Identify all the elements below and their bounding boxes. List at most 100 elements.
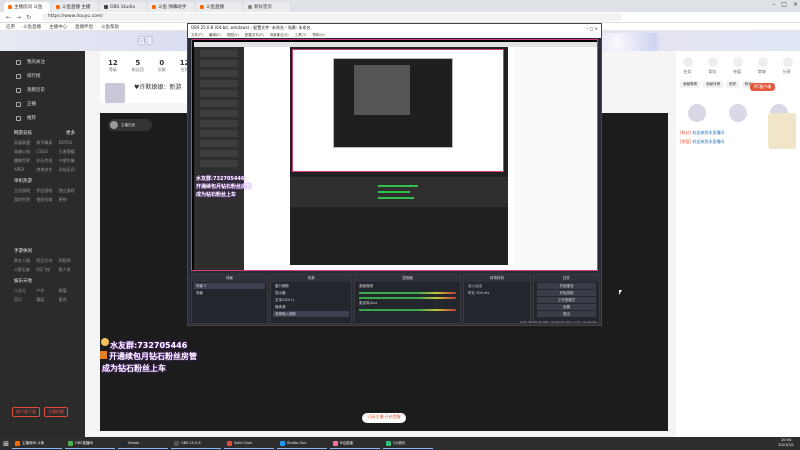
- settings-button[interactable]: 设置: [537, 304, 596, 310]
- menu-view[interactable]: 视图(V): [227, 33, 239, 38]
- category-link[interactable]: 穿越火线: [14, 149, 34, 155]
- sidebar-item-recommend[interactable]: 推荐: [0, 111, 85, 125]
- event-banner[interactable]: [768, 113, 796, 149]
- menu-edit[interactable]: 编辑(E): [209, 33, 221, 38]
- taskbar-item[interactable]: QQ音乐: [383, 438, 433, 449]
- bookmark-item[interactable]: 应用: [6, 24, 15, 30]
- tab-week-rank[interactable]: 贡献周榜: [680, 81, 700, 88]
- maximize-icon[interactable]: □: [781, 1, 787, 8]
- more-link[interactable]: 更多: [66, 130, 75, 136]
- tab-vip[interactable]: 贵宾: [726, 81, 739, 88]
- category-link[interactable]: QQ飞车: [36, 267, 56, 273]
- scene-item[interactable]: 场景 2: [194, 283, 265, 289]
- recharge-button[interactable]: 充值: [732, 57, 743, 75]
- minimize-icon[interactable]: –: [586, 26, 588, 31]
- category-link[interactable]: 使命召唤: [36, 197, 56, 203]
- sidebar-item-history[interactable]: 观看历史: [0, 83, 85, 97]
- source-item[interactable]: 音频输入捕获: [273, 311, 349, 317]
- category-link[interactable]: APEX: [14, 167, 34, 173]
- bookmark-item[interactable]: 斗鱼直播: [23, 24, 41, 30]
- shop-button[interactable]: 商城: [757, 57, 768, 75]
- category-link[interactable]: 守望先锋: [59, 158, 79, 164]
- close-icon[interactable]: ×: [793, 1, 798, 8]
- minimize-icon[interactable]: –: [772, 1, 775, 8]
- subscribe-button[interactable]: 订阅主播·开启提醒: [362, 413, 406, 423]
- category-link[interactable]: 明日方舟: [36, 258, 56, 264]
- category-link[interactable]: 舞蹈: [36, 297, 56, 303]
- taskbar-item[interactable]: Studio One: [277, 438, 327, 449]
- category-link[interactable]: 阴阳师: [59, 258, 79, 264]
- category-link[interactable]: 星秀: [59, 297, 79, 303]
- browser-tab[interactable]: 斗鱼直播 主播: [52, 2, 98, 12]
- avatar[interactable]: [687, 104, 706, 122]
- category-link[interactable]: 火影忍者: [14, 267, 34, 273]
- bookmark-item[interactable]: 斗鱼帮助: [101, 24, 119, 30]
- sidebar-item-live[interactable]: 正播: [0, 97, 85, 111]
- category-link[interactable]: 永劫无间: [59, 167, 79, 173]
- exit-button[interactable]: 退出: [537, 311, 596, 317]
- browser-tab[interactable]: 新标签页: [244, 2, 290, 12]
- category-link[interactable]: 绝地求生: [36, 167, 56, 173]
- menu-help[interactable]: 帮助(H): [313, 33, 325, 38]
- avatar[interactable]: [728, 104, 747, 122]
- transition-select[interactable]: 淡入淡出: [466, 283, 528, 289]
- menu-profile[interactable]: 配置文件(P): [245, 33, 264, 38]
- sidebar-item-rank[interactable]: 排行榜: [0, 69, 85, 83]
- menu-file[interactable]: 文件(F): [191, 33, 203, 38]
- taskbar-item[interactable]: OBS 25.0.8: [171, 438, 221, 449]
- maximize-icon[interactable]: □: [590, 26, 594, 31]
- source-item[interactable]: 文本(GDI+): [273, 297, 349, 303]
- source-item[interactable]: 显示器: [273, 290, 349, 296]
- download-client-button[interactable]: 客户端下载: [12, 407, 40, 417]
- category-link[interactable]: 魔兽世界: [14, 158, 34, 164]
- source-item[interactable]: 窗口捕获: [273, 283, 349, 289]
- forward-icon[interactable]: →: [16, 14, 21, 21]
- category-link[interactable]: 狼人杀: [59, 267, 79, 273]
- volume-slider[interactable]: [359, 297, 456, 299]
- studio-mode-button[interactable]: 工作室模式: [537, 297, 596, 303]
- host-chip[interactable]: 主播在线: [108, 119, 152, 131]
- menu-scene-collection[interactable]: 场景集合(S): [270, 33, 289, 38]
- browser-tab[interactable]: 斗鱼 弹幕助手: [148, 2, 194, 12]
- recruit-button[interactable]: 主播招募: [44, 407, 68, 417]
- tab-month-rank[interactable]: 贡献月榜: [703, 81, 723, 88]
- category-link[interactable]: 我的世界: [14, 197, 34, 203]
- category-link[interactable]: 王者荣耀: [59, 149, 79, 155]
- category-link[interactable]: 户外: [36, 288, 56, 294]
- browser-tab[interactable]: OBS Studio: [100, 2, 146, 12]
- browser-tab[interactable]: 斗鱼直播: [196, 2, 242, 12]
- category-link[interactable]: 原神: [59, 197, 79, 203]
- taskbar-item[interactable]: 主播房间 斗鱼: [12, 438, 62, 449]
- category-link[interactable]: DOTA2: [59, 140, 79, 146]
- sidebar-item-follow[interactable]: 我的关注: [0, 55, 85, 69]
- category-link[interactable]: 炉石传说: [36, 158, 56, 164]
- taskbar-item[interactable]: Steam: [118, 438, 168, 449]
- bookmark-item[interactable]: 主播中心: [49, 24, 67, 30]
- close-icon[interactable]: ×: [595, 26, 598, 31]
- category-link[interactable]: 和平精英: [36, 140, 56, 146]
- system-clock[interactable]: 20:04 2021/3/1: [778, 438, 794, 448]
- scene-item[interactable]: 场景: [194, 290, 265, 296]
- menu-tools[interactable]: 工具(T): [295, 33, 307, 38]
- pc-client-badge[interactable]: PC客户端: [750, 83, 776, 91]
- windows-start-icon[interactable]: ⊞: [0, 437, 12, 450]
- url-input[interactable]: https://www.douyu.com/: [42, 13, 623, 21]
- transition-duration[interactable]: 时长 300 ms: [466, 290, 528, 296]
- source-item[interactable]: 媒体源: [273, 304, 349, 310]
- category-link[interactable]: 主机游戏: [14, 188, 34, 194]
- browser-tab[interactable]: 主播房间 斗鱼: [4, 2, 50, 12]
- taskbar-item[interactable]: B站直播: [330, 438, 380, 449]
- obs-preview[interactable]: 水友群:732705446 开通续包月钻石粉丝房管 成为钻石粉丝上车: [191, 39, 598, 271]
- bookmark-item[interactable]: 直播伴侣: [75, 24, 93, 30]
- category-link[interactable]: 颜值: [59, 288, 79, 294]
- share-button[interactable]: 分享: [782, 57, 793, 75]
- category-link[interactable]: 二次元: [14, 288, 34, 294]
- category-link[interactable]: 第五人格: [14, 258, 34, 264]
- start-recording-button[interactable]: 开始录制: [537, 290, 596, 296]
- category-link[interactable]: 怀旧游戏: [36, 188, 56, 194]
- start-streaming-button[interactable]: 开始推流: [537, 283, 596, 289]
- category-link[interactable]: 独立游戏: [59, 188, 79, 194]
- back-icon[interactable]: ←: [6, 14, 11, 21]
- taskbar-item[interactable]: OBS直播间: [65, 438, 115, 449]
- anchor-avatar[interactable]: [105, 83, 125, 103]
